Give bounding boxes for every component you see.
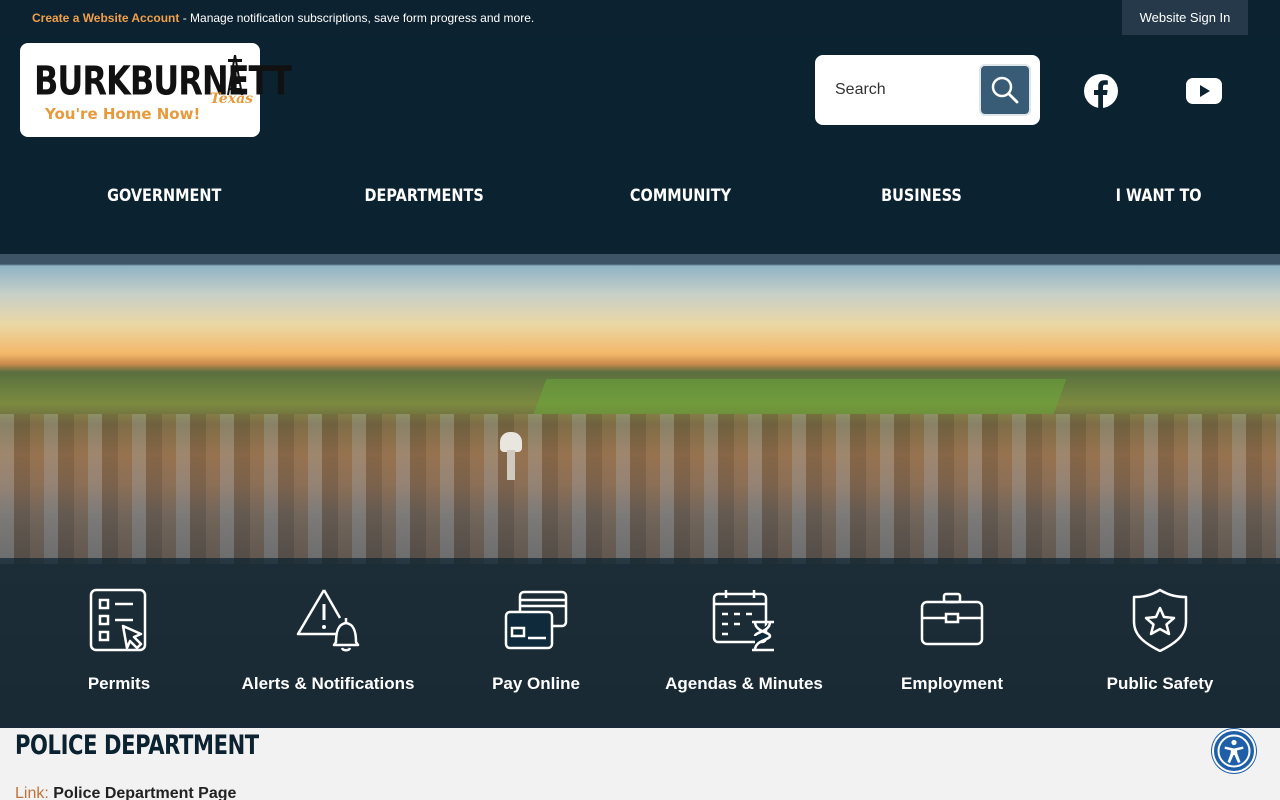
quick-link-label: Alerts & Notifications	[241, 674, 415, 693]
hero-town	[0, 414, 1280, 564]
link-label: Link:	[15, 785, 49, 800]
water-tower-leg	[507, 450, 515, 480]
oil-derrick-icon	[227, 55, 243, 95]
nav-i-want-to[interactable]: I WANT TO	[1116, 186, 1202, 206]
quick-link-public-safety[interactable]: Public Safety	[1060, 558, 1260, 728]
accessibility-icon	[1217, 734, 1251, 768]
top-bar: Create a Website Account - Manage notifi…	[0, 0, 1280, 36]
police-department-page-link[interactable]: Police Department Page	[53, 785, 236, 800]
hero-field	[533, 379, 1067, 414]
quick-link-label: Employment	[900, 674, 1004, 693]
quick-link-label: Public Safety	[1106, 674, 1214, 693]
search-icon	[991, 76, 1019, 104]
quick-links: Permits Alerts & Notifications Pay Onlin…	[0, 558, 1280, 728]
nav-community[interactable]: COMMUNITY	[630, 186, 731, 206]
site-header: BURKBURNETT Texas You're Home Now! GOVER…	[0, 36, 1280, 254]
main-nav: GOVERNMENT DEPARTMENTS COMMUNITY BUSINES…	[0, 176, 1280, 220]
account-message: Create a Website Account - Manage notifi…	[32, 11, 534, 25]
search-button[interactable]	[979, 64, 1031, 116]
logo-state: Texas	[210, 91, 254, 107]
quick-link-label: Pay Online	[492, 674, 580, 693]
quick-link-pay-online[interactable]: Pay Online	[436, 558, 636, 728]
create-account-link[interactable]: Create a Website Account	[32, 11, 179, 25]
quick-link-employment[interactable]: Employment	[852, 558, 1052, 728]
page-title: POLICE DEPARTMENT	[15, 730, 259, 761]
facebook-icon	[1084, 74, 1118, 108]
quick-link-label: Permits	[87, 674, 151, 693]
quick-link-alerts[interactable]: Alerts & Notifications	[228, 558, 428, 728]
page-content: POLICE DEPARTMENT Link: Police Departmen…	[0, 728, 1280, 800]
youtube-link[interactable]	[1186, 73, 1222, 109]
site-logo[interactable]: BURKBURNETT Texas You're Home Now!	[20, 43, 292, 137]
nav-business[interactable]: BUSINESS	[881, 186, 962, 206]
account-message-text: - Manage notification subscriptions, sav…	[179, 11, 535, 25]
calendar-hourglass-icon	[712, 590, 774, 652]
briefcase-icon	[920, 592, 984, 646]
quick-link-permits[interactable]: Permits	[19, 558, 219, 728]
logo-tagline: You're Home Now!	[45, 105, 201, 123]
permits-checklist-icon	[89, 588, 147, 652]
hero-banner: Permits Alerts & Notifications Pay Onlin…	[0, 254, 1280, 728]
quick-link-agendas-minutes[interactable]: Agendas & Minutes	[644, 558, 844, 728]
facebook-link[interactable]	[1083, 73, 1119, 109]
youtube-icon	[1186, 78, 1222, 104]
search-input[interactable]	[827, 73, 977, 107]
search-box	[815, 55, 1040, 125]
alert-bell-icon	[296, 589, 360, 652]
quick-link-label: Agendas & Minutes	[665, 674, 823, 693]
nav-government[interactable]: GOVERNMENT	[107, 186, 221, 206]
nav-departments[interactable]: DEPARTMENTS	[365, 186, 484, 206]
accessibility-button[interactable]	[1212, 729, 1256, 773]
department-link-row: Link: Police Department Page	[15, 785, 236, 800]
shield-star-icon	[1132, 588, 1188, 652]
credit-card-icon	[504, 590, 568, 650]
website-sign-in-button[interactable]: Website Sign In	[1122, 0, 1248, 35]
water-tower	[500, 432, 522, 452]
